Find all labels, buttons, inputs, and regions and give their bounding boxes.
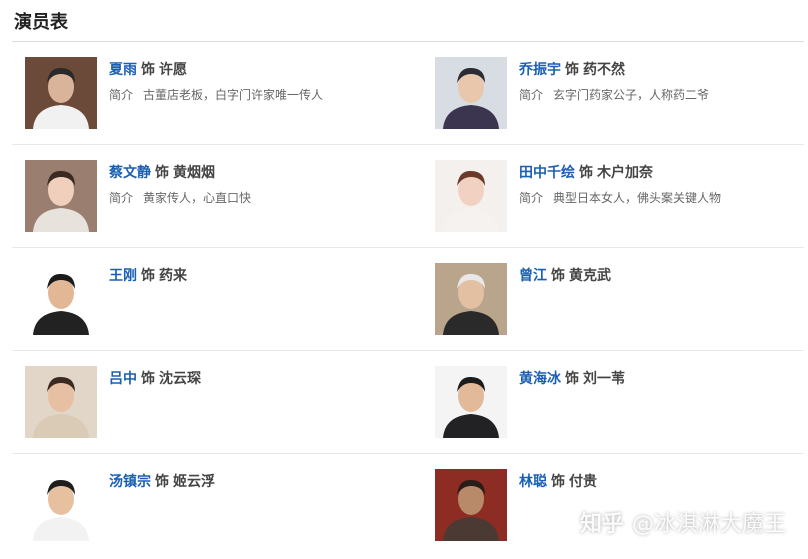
actor-name-link[interactable]: 田中千绘: [519, 165, 575, 181]
intro-label: 简介: [519, 191, 544, 205]
cast-card: 蔡文静饰黄烟烟简介 黄家传人，心直口快: [25, 160, 405, 250]
actor-photo-zeng-jiang[interactable]: [435, 263, 507, 335]
as-label: 饰: [141, 371, 155, 387]
role-name: 药不然: [583, 62, 625, 78]
intro-text: 玄字门药家公子，人称药二爷: [553, 88, 710, 102]
cast-name-line: 吕中饰沈云琛: [109, 368, 201, 388]
as-label: 饰: [565, 62, 579, 78]
actor-photo-tang-zhenzong[interactable]: [25, 469, 97, 541]
cast-name-line: 黄海冰饰刘一苇: [519, 368, 625, 388]
as-label: 饰: [565, 371, 579, 387]
actor-name-link[interactable]: 乔振宇: [519, 62, 561, 78]
watermark: 知乎 @冰淇淋大魔王: [580, 506, 786, 538]
as-label: 饰: [551, 474, 565, 490]
cast-card: 王刚饰药来: [25, 263, 405, 353]
actor-photo-lv-zhong[interactable]: [25, 366, 97, 438]
role-name: 木户加奈: [597, 165, 653, 181]
role-name: 药来: [159, 268, 187, 284]
role-name: 黄烟烟: [173, 165, 215, 181]
intro-label: 简介: [519, 88, 544, 102]
cast-name-line: 田中千绘饰木户加奈: [519, 162, 653, 182]
actor-photo-huang-haibing[interactable]: [435, 366, 507, 438]
actor-photo-tianzhong-qianhui[interactable]: [435, 160, 507, 232]
as-label: 饰: [141, 62, 155, 78]
as-label: 饰: [155, 474, 169, 490]
actor-name-link[interactable]: 吕中: [109, 371, 137, 387]
actor-name-link[interactable]: 汤镇宗: [109, 474, 151, 490]
actor-photo-qiao-zhenyu[interactable]: [435, 57, 507, 129]
cast-card: 田中千绘饰木户加奈简介 典型日本女人，佛头案关键人物: [435, 160, 808, 250]
as-label: 饰: [141, 268, 155, 284]
actor-photo-cai-wenjing[interactable]: [25, 160, 97, 232]
intro-label: 简介: [109, 191, 134, 205]
as-label: 饰: [155, 165, 169, 181]
intro-text: 古董店老板，白字门许家唯一传人: [143, 88, 324, 102]
as-label: 饰: [551, 268, 565, 284]
role-name: 黄克武: [569, 268, 611, 284]
zhihu-logo-text: 知乎: [579, 512, 624, 537]
cast-name-line: 曾江饰黄克武: [519, 265, 611, 285]
cast-card: 汤镇宗饰姬云浮: [25, 469, 405, 559]
cast-card: 吕中饰沈云琛: [25, 366, 405, 456]
actor-name-link[interactable]: 王刚: [109, 268, 137, 284]
role-name: 姬云浮: [173, 474, 215, 490]
actor-name-link[interactable]: 曾江: [519, 268, 547, 284]
role-name: 刘一苇: [583, 371, 625, 387]
cast-card: 曾江饰黄克武: [435, 263, 808, 353]
cast-intro: 简介 典型日本女人，佛头案关键人物: [519, 189, 721, 206]
role-name: 沈云琛: [159, 371, 201, 387]
title-divider: [12, 41, 804, 42]
watermark-handle: @冰淇淋大魔王: [631, 512, 786, 537]
intro-text: 典型日本女人，佛头案关键人物: [553, 191, 722, 205]
actor-photo-lin-cong[interactable]: [435, 469, 507, 541]
cast-name-line: 王刚饰药来: [109, 265, 187, 285]
cast-card: 黄海冰饰刘一苇: [435, 366, 808, 456]
cast-intro: 简介 古董店老板，白字门许家唯一传人: [109, 86, 323, 103]
cast-card: 乔振宇饰药不然简介 玄字门药家公子，人称药二爷: [435, 57, 808, 147]
cast-name-line: 夏雨饰许愿: [109, 59, 187, 79]
actor-photo-wang-gang[interactable]: [25, 263, 97, 335]
cast-name-line: 汤镇宗饰姬云浮: [109, 471, 215, 491]
actor-name-link[interactable]: 黄海冰: [519, 371, 561, 387]
intro-text: 黄家传人，心直口快: [143, 191, 252, 205]
as-label: 饰: [579, 165, 593, 181]
section-title: 演员表: [14, 12, 68, 33]
cast-intro: 简介 黄家传人，心直口快: [109, 189, 251, 206]
actor-photo-xia-yu[interactable]: [25, 57, 97, 129]
cast-intro: 简介 玄字门药家公子，人称药二爷: [519, 86, 709, 103]
role-name: 付贵: [569, 474, 597, 490]
cast-name-line: 蔡文静饰黄烟烟: [109, 162, 215, 182]
cast-name-line: 乔振宇饰药不然: [519, 59, 625, 79]
cast-name-line: 林聪饰付贵: [519, 471, 597, 491]
intro-label: 简介: [109, 88, 134, 102]
role-name: 许愿: [159, 62, 187, 78]
cast-card: 夏雨饰许愿简介 古董店老板，白字门许家唯一传人: [25, 57, 405, 147]
actor-name-link[interactable]: 林聪: [519, 474, 547, 490]
actor-name-link[interactable]: 夏雨: [109, 62, 137, 78]
actor-name-link[interactable]: 蔡文静: [109, 165, 151, 181]
